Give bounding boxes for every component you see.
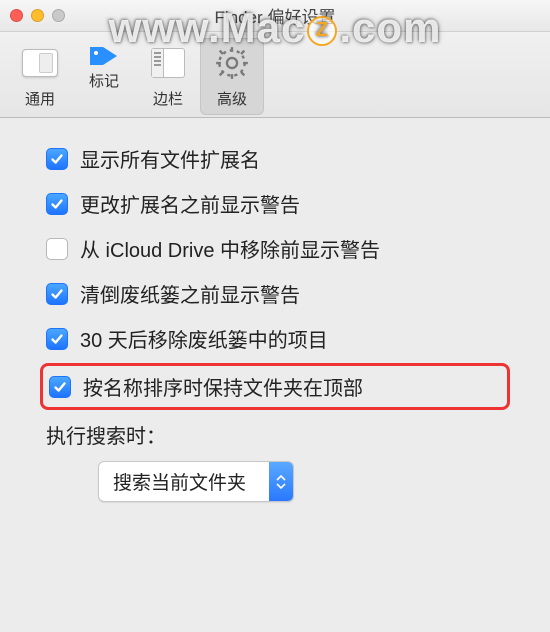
option-row: 按名称排序时保持文件夹在顶部 [40, 363, 510, 410]
window-title: Finder 偏好设置 [0, 3, 550, 28]
option-label: 显示所有文件扩展名 [80, 144, 260, 173]
tab-label: 通用 [10, 88, 70, 109]
option-label: 清倒废纸篓之前显示警告 [80, 279, 300, 308]
checkbox[interactable] [46, 238, 68, 260]
option-label: 30 天后移除废纸篓中的项目 [80, 324, 328, 353]
tab-label: 高级 [202, 88, 262, 109]
checkbox[interactable] [46, 148, 68, 170]
option-row: 30 天后移除废纸篓中的项目 [46, 324, 504, 353]
option-label: 按名称排序时保持文件夹在顶部 [83, 372, 363, 401]
tag-icon [87, 42, 121, 66]
search-scope-select[interactable]: 搜索当前文件夹 [98, 461, 294, 502]
option-row: 显示所有文件扩展名 [46, 144, 504, 173]
option-label: 从 iCloud Drive 中移除前显示警告 [80, 234, 380, 263]
option-row: 从 iCloud Drive 中移除前显示警告 [46, 234, 504, 263]
advanced-pane: 显示所有文件扩展名更改扩展名之前显示警告从 iCloud Drive 中移除前显… [0, 118, 550, 522]
tab-sidebar[interactable]: 边栏 [136, 38, 200, 115]
tab-label: 边栏 [138, 88, 198, 109]
tab-label: 标记 [74, 70, 134, 91]
checkbox[interactable] [49, 376, 71, 398]
stepper-arrows-icon [269, 462, 293, 501]
switch-icon [19, 42, 61, 84]
gear-icon [211, 42, 253, 84]
tab-general[interactable]: 通用 [8, 38, 72, 115]
titlebar: Finder 偏好设置 [0, 0, 550, 32]
toolbar: 通用 标记 边栏 高级 [0, 32, 550, 118]
tab-advanced[interactable]: 高级 [200, 38, 264, 115]
checkbox[interactable] [46, 283, 68, 305]
option-label: 更改扩展名之前显示警告 [80, 189, 300, 218]
search-label: 执行搜索时： [46, 420, 504, 449]
sidebar-icon [147, 42, 189, 84]
option-row: 更改扩展名之前显示警告 [46, 189, 504, 218]
option-row: 清倒废纸篓之前显示警告 [46, 279, 504, 308]
checkbox[interactable] [46, 193, 68, 215]
checkbox[interactable] [46, 328, 68, 350]
tab-tags[interactable]: 标记 [72, 38, 136, 115]
select-value: 搜索当前文件夹 [99, 462, 269, 501]
